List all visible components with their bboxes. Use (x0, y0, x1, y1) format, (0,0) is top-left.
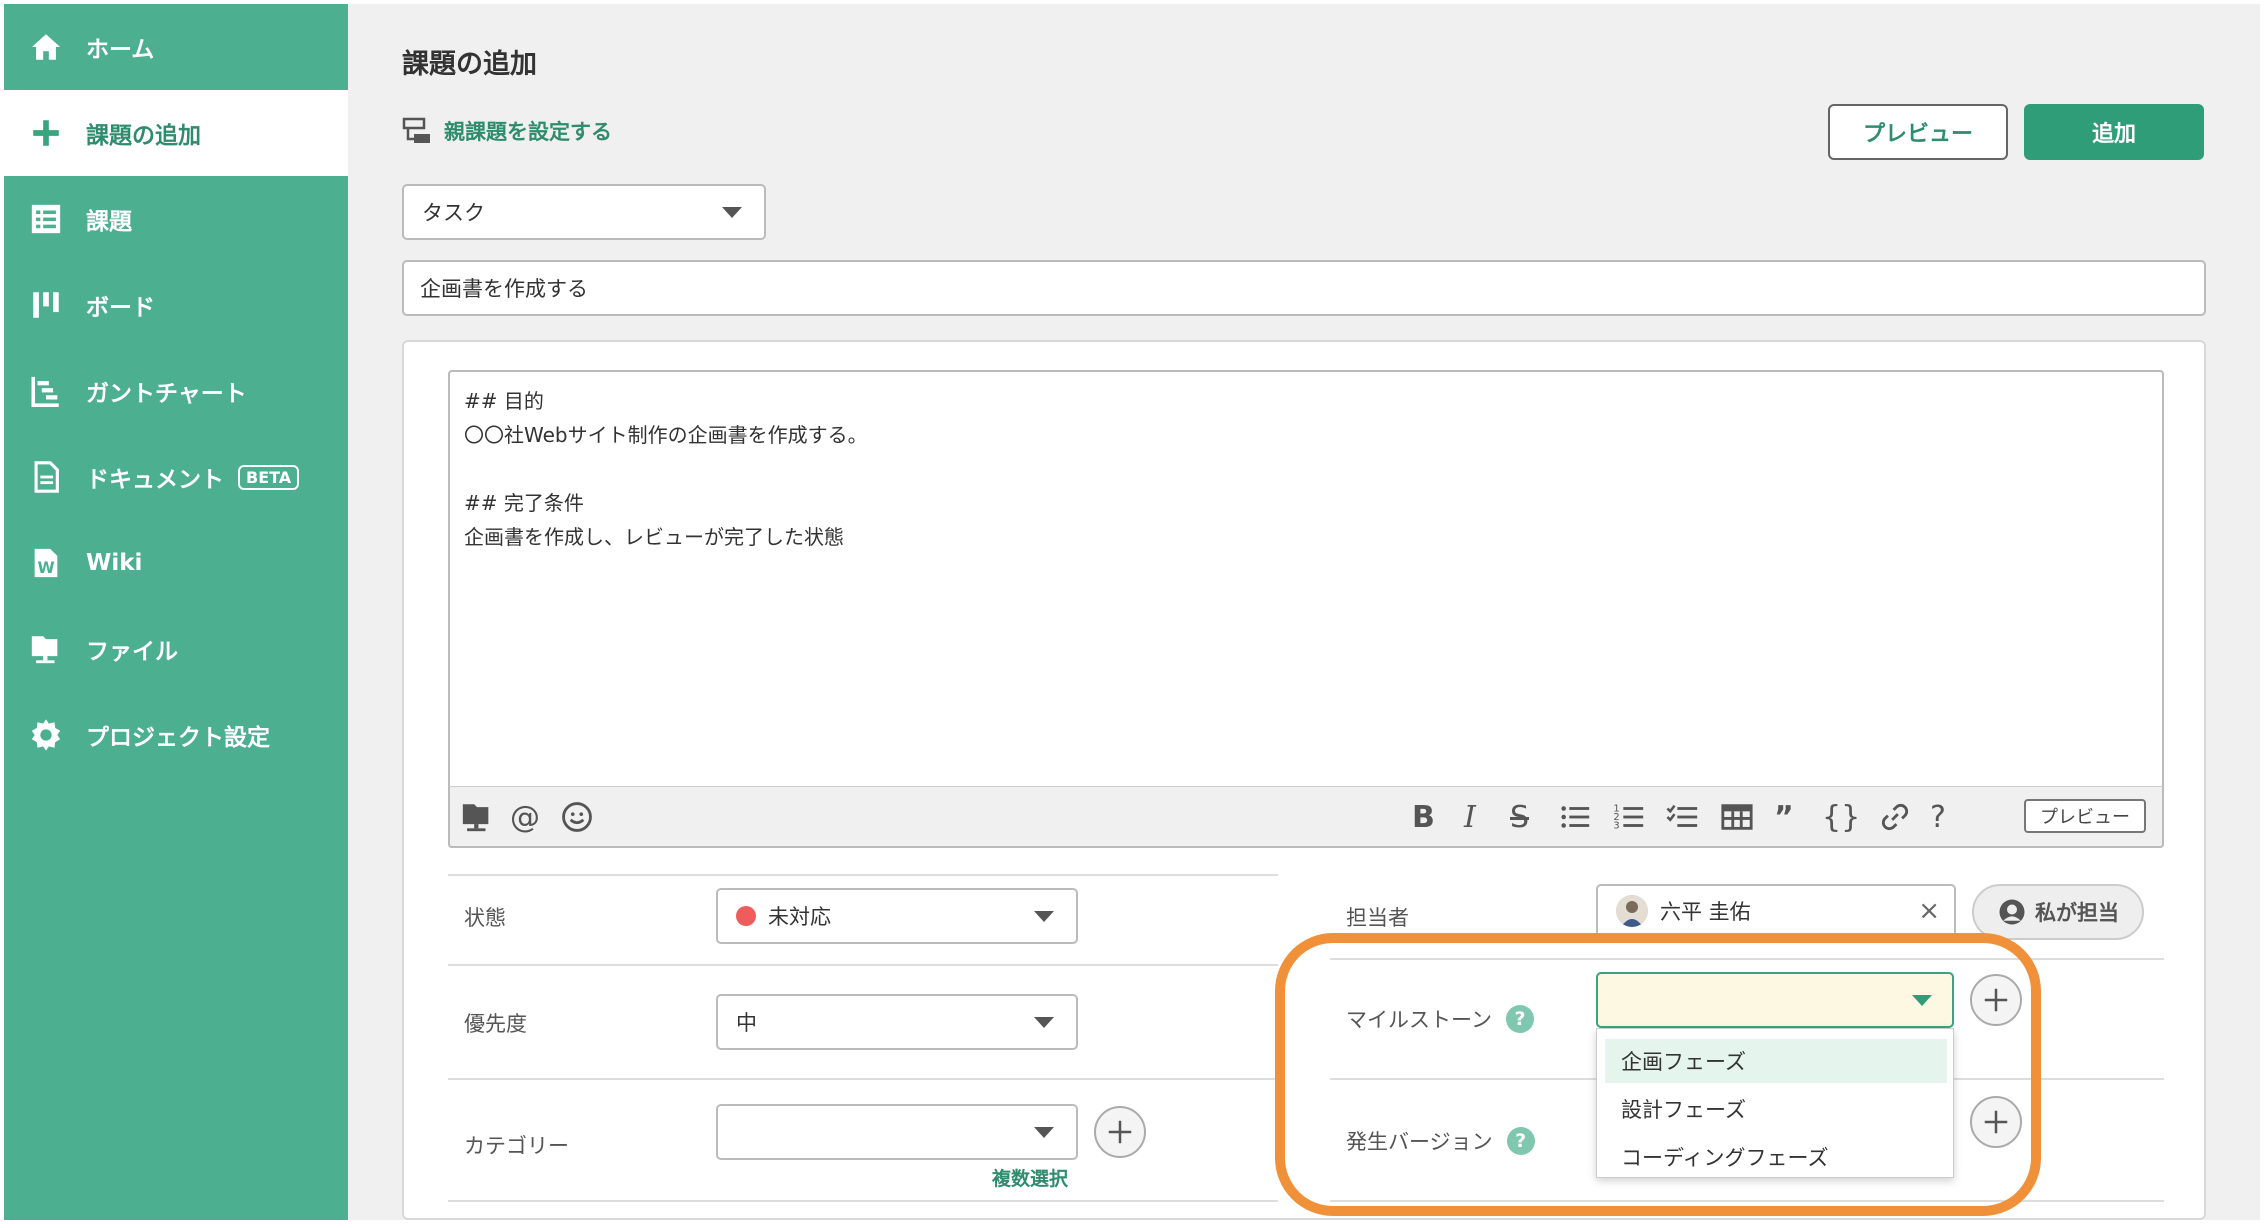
sidebar-item-label: ファイル (86, 639, 178, 665)
assignee-field[interactable]: 六平 圭佑 × (1596, 884, 1956, 938)
sidebar-item-label: プロジェクト設定 (86, 725, 270, 751)
sidebar-item-label: 課題の追加 (86, 123, 201, 149)
sidebar-item-label: ボード (86, 295, 155, 321)
gear-icon (28, 717, 64, 753)
issue-type-value: タスク (422, 201, 485, 225)
multi-select-link[interactable]: 複数選択 (992, 1164, 1068, 1191)
divider (448, 1200, 1278, 1202)
add-button[interactable]: 追加 (2024, 104, 2204, 160)
sidebar-item-files[interactable]: ファイル (4, 606, 348, 692)
priority-value: 中 (736, 1011, 757, 1035)
bullet-list-icon[interactable] (1558, 799, 1592, 835)
assign-me-label: 私が担当 (2035, 901, 2119, 925)
description-editor[interactable]: ## 目的 〇〇社Webサイト制作の企画書を作成する。 ## 完了条件 企画書を… (448, 370, 2164, 848)
set-parent-issue-link[interactable]: 親課題を設定する (402, 116, 612, 146)
board-icon (28, 287, 64, 323)
checklist-icon[interactable] (1666, 799, 1700, 835)
sidebar-item-label: ガントチャート (86, 381, 247, 407)
bold-icon[interactable]: B (1412, 799, 1435, 835)
page-title: 課題の追加 (402, 49, 537, 80)
chevron-down-icon (722, 206, 742, 218)
sidebar-item-label: Wiki (86, 550, 143, 576)
gantt-icon (28, 373, 64, 409)
wiki-icon: W (28, 545, 64, 581)
chevron-down-icon (1034, 910, 1054, 922)
assign-me-button[interactable]: 私が担当 (1972, 884, 2144, 940)
sidebar-item-label: ホーム (86, 37, 155, 63)
chevron-down-icon (1034, 1126, 1054, 1138)
emoji-icon[interactable] (560, 799, 594, 835)
status-label: 状態 (464, 906, 506, 930)
sidebar: ホーム 課題の追加 課題 ボード ガントチャート ドキュメント BETA W W… (4, 4, 348, 1220)
set-parent-issue-label: 親課題を設定する (444, 120, 612, 144)
divider (448, 964, 1278, 966)
plus-icon (28, 115, 64, 151)
priority-select[interactable]: 中 (716, 994, 1078, 1050)
status-value: 未対応 (768, 905, 831, 929)
help-icon[interactable]: ? (1930, 799, 1946, 835)
link-icon[interactable] (1878, 799, 1912, 835)
document-icon (28, 459, 64, 495)
priority-label: 優先度 (464, 1012, 527, 1036)
issue-type-select[interactable]: タスク (402, 184, 766, 240)
code-icon[interactable]: {} (1822, 799, 1860, 835)
quote-icon[interactable]: ” (1774, 799, 1794, 835)
add-category-button[interactable] (1094, 1106, 1146, 1158)
status-dot (736, 906, 756, 926)
chevron-down-icon (1034, 1016, 1054, 1028)
italic-icon[interactable]: I (1464, 799, 1476, 835)
list-icon (28, 201, 64, 237)
sidebar-item-settings[interactable]: プロジェクト設定 (4, 692, 348, 778)
parent-issue-icon (402, 117, 430, 143)
strikethrough-icon[interactable]: S (1510, 799, 1529, 835)
mention-icon[interactable]: @ (510, 799, 540, 835)
svg-text:3: 3 (1613, 820, 1619, 831)
sidebar-item-document[interactable]: ドキュメント BETA (4, 434, 348, 520)
sidebar-item-home[interactable]: ホーム (4, 4, 348, 90)
beta-badge: BETA (238, 464, 300, 490)
plus-icon (1108, 1120, 1132, 1144)
user-icon (1999, 899, 2025, 925)
editor-preview-button[interactable]: プレビュー (2024, 799, 2146, 833)
home-icon (28, 29, 64, 65)
category-label: カテゴリー (464, 1134, 569, 1158)
subject-input[interactable]: 企画書を作成する (402, 260, 2206, 316)
sidebar-item-issues[interactable]: 課題 (4, 176, 348, 262)
table-icon[interactable] (1720, 799, 1754, 835)
sidebar-item-label: ドキュメント (86, 467, 224, 493)
divider (448, 874, 1278, 876)
sidebar-item-add-issue[interactable]: 課題の追加 (4, 90, 348, 176)
assignee-value: 六平 圭佑 (1660, 900, 1751, 924)
sidebar-item-gantt[interactable]: ガントチャート (4, 348, 348, 434)
sidebar-item-label: 課題 (86, 209, 132, 235)
description-text: ## 目的 〇〇社Webサイト制作の企画書を作成する。 ## 完了条件 企画書を… (464, 389, 868, 549)
svg-text:W: W (38, 559, 55, 577)
close-icon[interactable]: × (1918, 896, 1940, 926)
status-select[interactable]: 未対応 (716, 888, 1078, 944)
sidebar-item-board[interactable]: ボード (4, 262, 348, 348)
numbered-list-icon[interactable]: 123 (1612, 799, 1646, 835)
divider (448, 1078, 1278, 1080)
preview-button[interactable]: プレビュー (1828, 104, 2008, 160)
attach-file-icon[interactable] (460, 799, 494, 835)
sidebar-item-wiki[interactable]: W Wiki (4, 520, 348, 606)
avatar (1616, 895, 1648, 927)
editor-toolbar: @ B I S 123 ” {} ? プレビュー (448, 786, 2164, 848)
category-select[interactable] (716, 1104, 1078, 1160)
folder-icon (28, 631, 64, 667)
highlight-annotation (1275, 933, 2041, 1216)
